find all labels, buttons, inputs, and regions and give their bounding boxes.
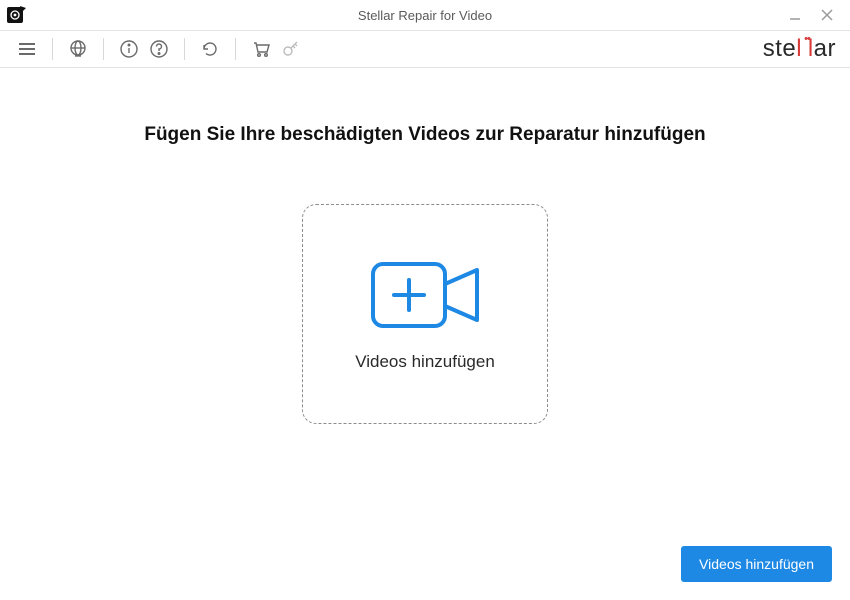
titlebar: Stellar Repair for Video (0, 0, 850, 30)
toolbar: stel••lar (0, 30, 850, 68)
brand-text-red: l (796, 35, 802, 63)
brand-dots: •• (804, 33, 810, 45)
menu-button[interactable] (14, 36, 40, 62)
key-button[interactable] (278, 36, 304, 62)
toolbar-separator (184, 38, 185, 60)
minimize-button[interactable] (788, 8, 802, 22)
window-controls (788, 8, 844, 22)
refresh-button[interactable] (197, 36, 223, 62)
main-content: Fügen Sie Ihre beschädigten Videos zur R… (0, 68, 850, 546)
footer: Videos hinzufügen (0, 546, 850, 600)
close-button[interactable] (820, 8, 834, 22)
brand-text: ste (763, 35, 797, 63)
video-camera-plus-icon (365, 256, 485, 334)
help-button[interactable] (146, 36, 172, 62)
add-videos-button[interactable]: Videos hinzufügen (681, 546, 832, 582)
language-button[interactable] (65, 36, 91, 62)
info-button[interactable] (116, 36, 142, 62)
toolbar-separator (103, 38, 104, 60)
add-videos-dropzone[interactable]: Videos hinzufügen (302, 204, 548, 424)
cart-button[interactable] (248, 36, 274, 62)
toolbar-separator (235, 38, 236, 60)
dropzone-label: Videos hinzufügen (355, 352, 495, 372)
window-title: Stellar Repair for Video (0, 8, 850, 23)
toolbar-separator (52, 38, 53, 60)
app-icon (6, 4, 28, 26)
page-headline: Fügen Sie Ihre beschädigten Videos zur R… (144, 124, 705, 146)
brand-text: ar (814, 35, 836, 63)
brand-logo: stel••lar (763, 35, 836, 63)
